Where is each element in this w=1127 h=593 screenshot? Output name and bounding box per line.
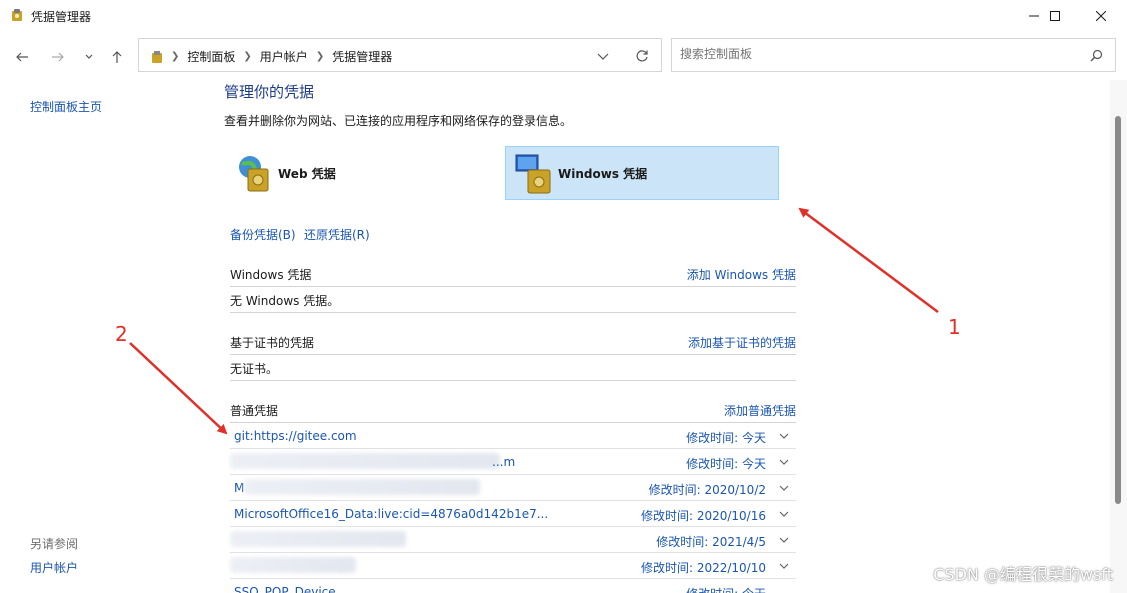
watermark: CSDN @编程很菜的wsft bbox=[933, 565, 1113, 584]
annotation-arrow-2 bbox=[129, 342, 228, 435]
annotation-overlay bbox=[129, 207, 939, 435]
annotation-label-1: 1 bbox=[948, 315, 961, 339]
annotation-arrow-1 bbox=[798, 207, 939, 314]
annotation-label-2: 2 bbox=[115, 322, 128, 346]
